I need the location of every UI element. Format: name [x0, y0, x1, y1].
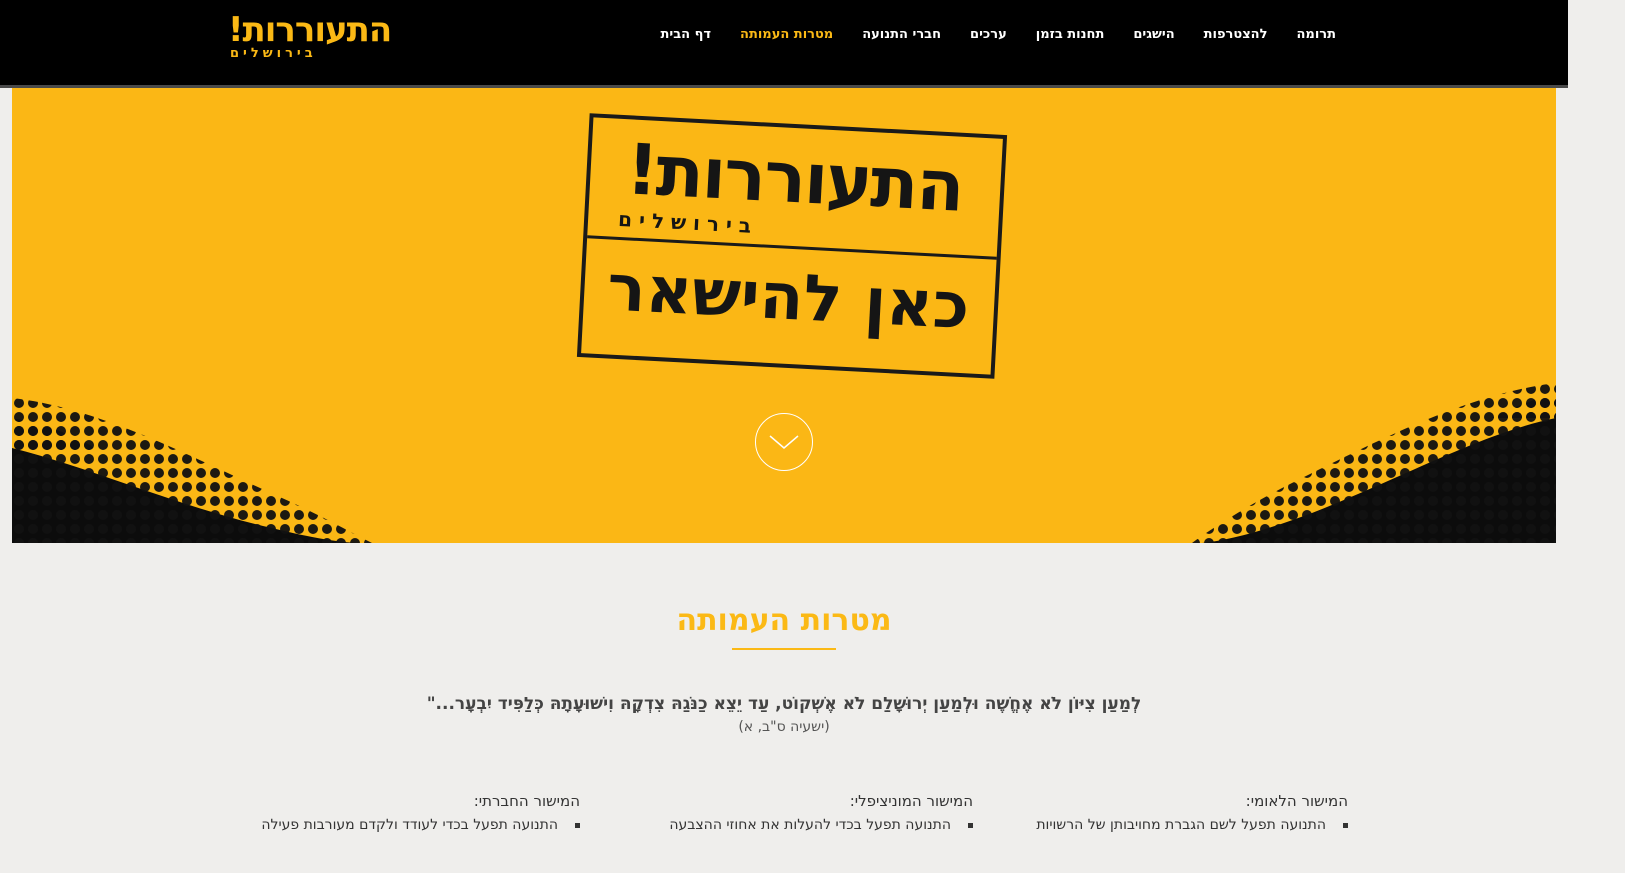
list-item-text: התנועה תפעל בכדי להעלות את אחוזי ההצבעה: [669, 817, 951, 833]
goal-column-social: המישור החברתי: התנועה תפעל בכדי לעודד ול…: [220, 790, 580, 835]
bullet-icon: [968, 823, 973, 828]
nav-item-goals[interactable]: מטרות העמותה: [740, 26, 833, 43]
hero-stamp-logo: התעוררות! בירושלים כאן להישאר: [575, 113, 1008, 379]
nav-item-home[interactable]: דף הבית: [661, 26, 712, 43]
chevron-down-icon: [769, 435, 799, 449]
bullet-icon: [575, 823, 580, 828]
scroll-down-button[interactable]: [755, 413, 813, 471]
verse-source: (ישעיה ס"ב, א): [738, 719, 830, 735]
top-navbar: התעוררות! בירושלים דף הבית מטרות העמותה …: [0, 0, 1568, 88]
nav-item-members[interactable]: חברי התנועה: [862, 26, 941, 43]
nav-item-donate[interactable]: תרומה: [1296, 26, 1336, 43]
list-item: התנועה תפעל בכדי לעודד ולקדם מעורבות פעי…: [220, 815, 580, 835]
nav-item-values[interactable]: ערכים: [970, 26, 1007, 43]
nav-item-timeline[interactable]: תחנות בזמן: [1036, 26, 1105, 43]
list-item-text: התנועה תפעל לשם הגברת מחויבותן של הרשויו…: [1036, 817, 1326, 833]
list-item-text: התנועה תפעל בכדי לעודד ולקדם מעורבות פעי…: [261, 817, 558, 833]
column-heading: המישור החברתי:: [473, 792, 580, 810]
nav-item-join[interactable]: להצטרפות: [1204, 26, 1268, 43]
bullet-icon: [1343, 823, 1348, 828]
stamp-slogan: כאן להישאר: [605, 251, 972, 345]
main-nav: דף הבית מטרות העמותה חברי התנועה ערכים ת…: [661, 26, 1337, 43]
list-item: התנועה תפעל בכדי להעלות את אחוזי ההצבעה: [613, 815, 973, 835]
stamp-frame: התעוררות! בירושלים כאן להישאר: [576, 113, 1008, 379]
title-underline: [732, 648, 836, 650]
section-title: מטרות העמותה: [676, 603, 892, 638]
column-heading: המישור המוניציפלי:: [849, 792, 973, 810]
logo-main-text: התעוררות!: [228, 10, 392, 50]
hero-banner: התעוררות! בירושלים כאן להישאר: [12, 88, 1556, 543]
column-heading: המישור הלאומי:: [1245, 792, 1348, 810]
logo-sub-text: בירושלים: [230, 46, 317, 61]
list-item: התנועה תפעל לשם הגברת מחויבותן של הרשויו…: [988, 815, 1348, 835]
goal-column-national: המישור הלאומי: התנועה תפעל לשם הגברת מחו…: [988, 790, 1348, 835]
goal-column-municipal: המישור המוניציפלי: התנועה תפעל בכדי להעל…: [613, 790, 973, 835]
site-logo[interactable]: התעוררות! בירושלים: [228, 10, 392, 66]
verse-quote: לְמַעַן צִיּוֹן לֹא אֶחֱשֶׁה וּלְמַעַן י…: [426, 694, 1142, 714]
nav-item-achievements[interactable]: הישגים: [1133, 26, 1174, 43]
